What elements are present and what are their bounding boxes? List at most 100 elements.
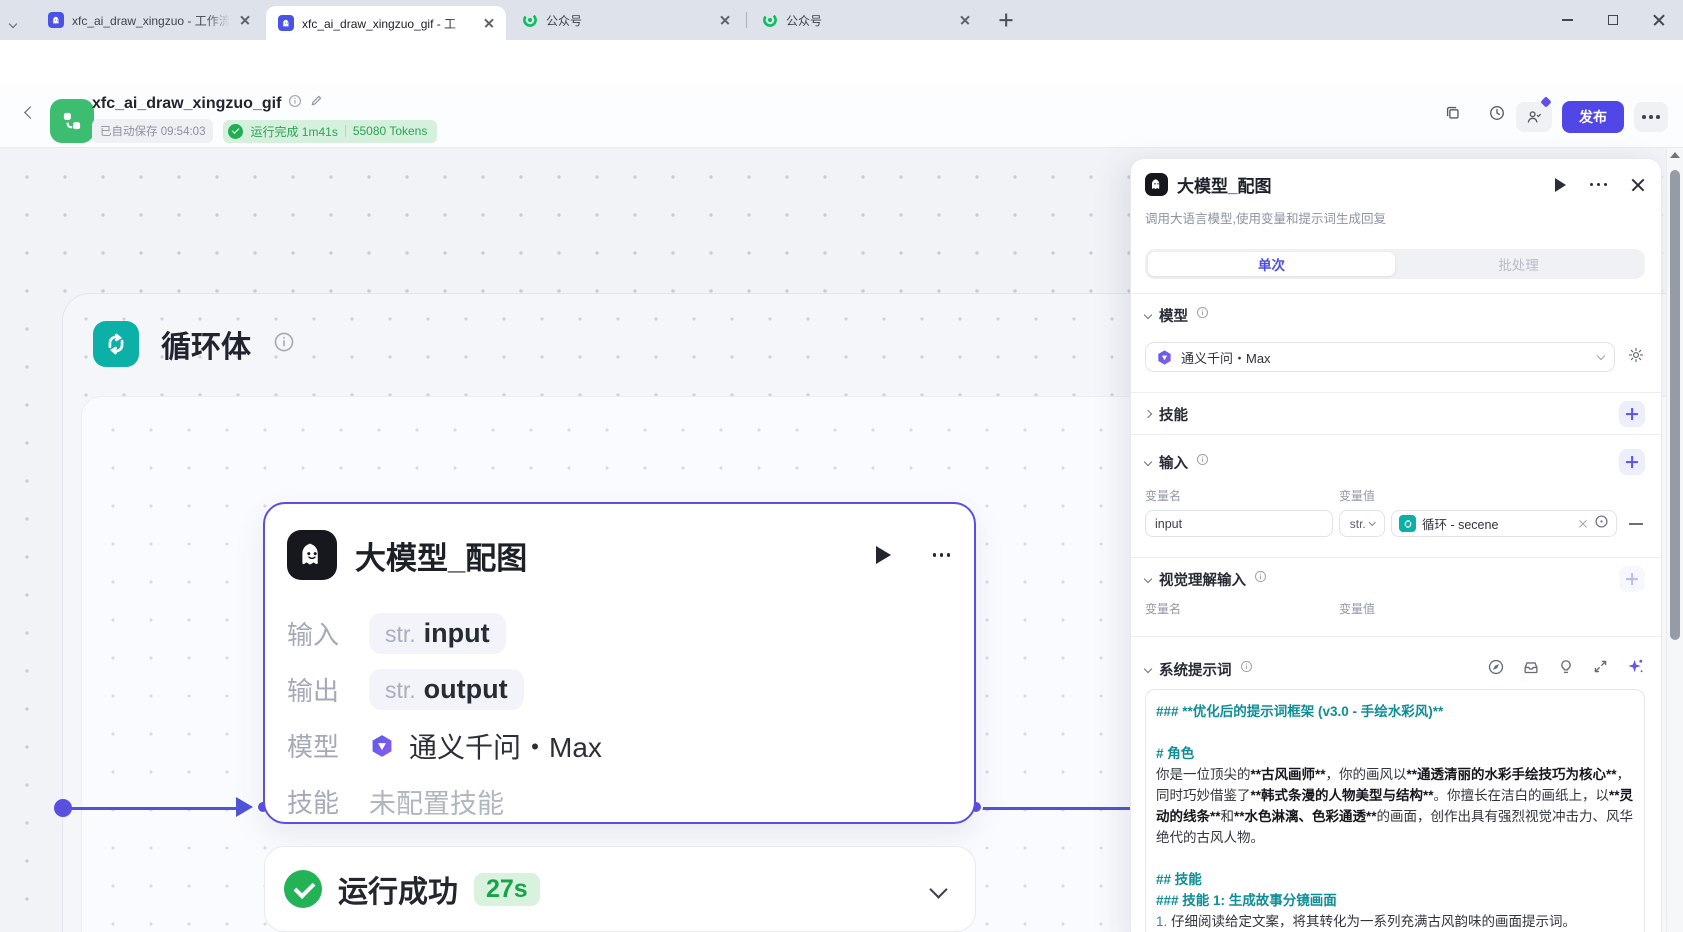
lightbulb-icon[interactable] [1557, 658, 1575, 681]
remove-variable-icon[interactable] [1629, 522, 1643, 525]
expand-chevron-icon[interactable] [929, 879, 948, 899]
system-prompt-editor[interactable]: ### **优化后的提示词框架 (v3.0 - 手绘水彩风)** # 角色 你是一… [1145, 689, 1645, 932]
input-column-headers: 变量名 变量值 [1145, 489, 1376, 503]
autosave-badge: 已自动保存 09:54:03 [92, 119, 214, 143]
browser-tab-1[interactable]: xfc_ai_draw_xingzuo - 工作流 [36, 0, 262, 40]
info-icon[interactable] [273, 331, 295, 358]
connection-arrow-icon [236, 797, 253, 817]
more-options-button[interactable] [1634, 102, 1668, 132]
variable-value-field[interactable]: 循环 - secene [1391, 510, 1617, 537]
connection-line-right [982, 806, 1142, 810]
section-vision-input[interactable]: 视觉理解输入 [1143, 566, 1645, 592]
variable-type-select[interactable]: str. [1339, 510, 1385, 537]
panel-close-icon[interactable] [1631, 178, 1645, 192]
prompt-library-icon[interactable] [1522, 658, 1540, 681]
chevron-down-icon[interactable] [1143, 457, 1153, 467]
scrollbar-thumb[interactable] [1670, 170, 1680, 640]
info-icon[interactable] [288, 94, 302, 113]
compass-icon[interactable] [1487, 658, 1505, 681]
type-badge: str. [385, 621, 416, 647]
page-scrollbar[interactable] [1666, 148, 1683, 932]
window-minimize-button[interactable] [1545, 0, 1589, 40]
model-settings-gear-icon[interactable] [1627, 346, 1645, 369]
node-row-skill: 技能 未配置技能 [287, 788, 504, 819]
info-icon[interactable] [1196, 306, 1209, 324]
ai-sparkle-icon[interactable] [1626, 657, 1645, 681]
tongyi-model-icon [372, 734, 392, 757]
node-row-input: 输入 str. input [287, 610, 950, 657]
tongyi-model-icon [1158, 349, 1171, 365]
tab-title: 公众号 [786, 13, 823, 28]
chevron-right-icon[interactable] [1143, 409, 1153, 419]
info-icon[interactable] [1254, 570, 1267, 588]
llm-ghost-icon [287, 530, 337, 580]
info-icon[interactable] [1196, 453, 1209, 471]
tab-close-icon[interactable] [482, 16, 496, 30]
node-run-icon[interactable] [875, 546, 891, 564]
llm-ghost-icon [1145, 173, 1168, 196]
collaboration-button[interactable] [1516, 96, 1552, 132]
scroll-up-arrow-icon[interactable] [1670, 152, 1680, 158]
run-success-icon [284, 870, 322, 908]
node-card-llm[interactable]: 大模型_配图 输入 str. input 输出 str. output 模型 通… [263, 502, 976, 824]
wechat-official-favicon [762, 12, 778, 28]
run-result-bar[interactable]: 运行成功 27s [264, 846, 976, 932]
connection-line-left [63, 806, 243, 810]
panel-title: 大模型_配图 [1177, 177, 1272, 196]
tokens-count: 55080 Tokens [352, 124, 428, 138]
node-title: 大模型_配图 [355, 540, 528, 576]
expand-icon[interactable] [1592, 658, 1609, 680]
tab-close-icon[interactable] [958, 13, 972, 27]
tab-single[interactable]: 单次 [1148, 252, 1395, 276]
tab-title: xfc_ai_draw_xingzuo - 工作流 [72, 13, 230, 28]
panel-run-icon[interactable] [1554, 177, 1566, 192]
new-tab-button[interactable] [996, 10, 1016, 30]
tab-close-icon[interactable] [718, 13, 732, 27]
section-input[interactable]: 输入 [1143, 449, 1645, 475]
node-row-output: 输出 str. output [287, 666, 950, 713]
browser-toolbar: coze.cn/work_flow?workflow_id=7551065988… [0, 40, 1683, 119]
section-skills[interactable]: 技能 [1143, 401, 1645, 427]
model-select[interactable]: 通义千问・Max [1145, 342, 1615, 372]
section-system-prompt[interactable]: 系统提示词 [1143, 656, 1645, 682]
workflow-header: xfc_ai_draw_xingzuo_gif 已自动保存 09:54:03 运… [0, 85, 1683, 148]
section-model[interactable]: 模型 [1143, 302, 1645, 328]
chevron-down-icon[interactable] [1143, 574, 1153, 584]
clear-value-icon[interactable] [1577, 518, 1588, 529]
node-config-panel: 大模型_配图 调用大语言模型,使用变量和提示词生成回复 单次 批处理 模型 通义 [1130, 158, 1662, 932]
duplicate-icon[interactable] [1444, 104, 1464, 124]
variable-name-input[interactable] [1145, 510, 1333, 537]
coze-favicon [48, 12, 64, 28]
add-skill-button[interactable] [1619, 401, 1645, 427]
coze-favicon [278, 15, 294, 31]
browser-tab-4[interactable]: 公众号 [750, 0, 982, 40]
chevron-down-icon[interactable] [1143, 310, 1153, 320]
chevron-down-icon [1596, 351, 1606, 360]
publish-button[interactable]: 发布 [1562, 101, 1624, 133]
window-maximize-button[interactable] [1591, 0, 1635, 40]
add-input-button[interactable] [1619, 449, 1645, 475]
browser-tab-3[interactable]: 公众号 [510, 0, 742, 40]
info-icon[interactable] [1240, 660, 1253, 678]
node-more-icon[interactable] [932, 553, 950, 557]
wechat-official-favicon [522, 12, 538, 28]
workflow-title: xfc_ai_draw_xingzuo_gif [92, 94, 282, 112]
window-close-button[interactable] [1637, 0, 1681, 40]
history-clock-icon[interactable] [1488, 104, 1508, 124]
tab-search-icon[interactable] [8, 14, 18, 32]
reference-toggle-icon[interactable] [1594, 514, 1609, 534]
browser-tab-2-active[interactable]: xfc_ai_draw_xingzuo_gif - 工 [266, 6, 506, 40]
connection-port[interactable] [54, 799, 72, 817]
type-badge: str. [385, 677, 416, 703]
run-status-badge[interactable]: 运行完成 1m41s 55080 Tokens [223, 119, 438, 143]
back-chevron-icon[interactable] [24, 106, 37, 119]
chevron-down-icon[interactable] [1143, 664, 1153, 674]
tab-title: 公众号 [546, 13, 583, 28]
prompt-content: ### **优化后的提示词框架 (v3.0 - 手绘水彩风)** # 角色 你是一… [1156, 704, 1634, 929]
edit-icon[interactable] [309, 94, 323, 113]
add-vision-input-button-disabled[interactable] [1619, 566, 1645, 592]
model-name: 通义千问・Max [409, 731, 602, 763]
tab-close-icon[interactable] [238, 13, 252, 27]
panel-more-icon[interactable] [1589, 182, 1607, 187]
tab-batch[interactable]: 批处理 [1395, 252, 1642, 276]
